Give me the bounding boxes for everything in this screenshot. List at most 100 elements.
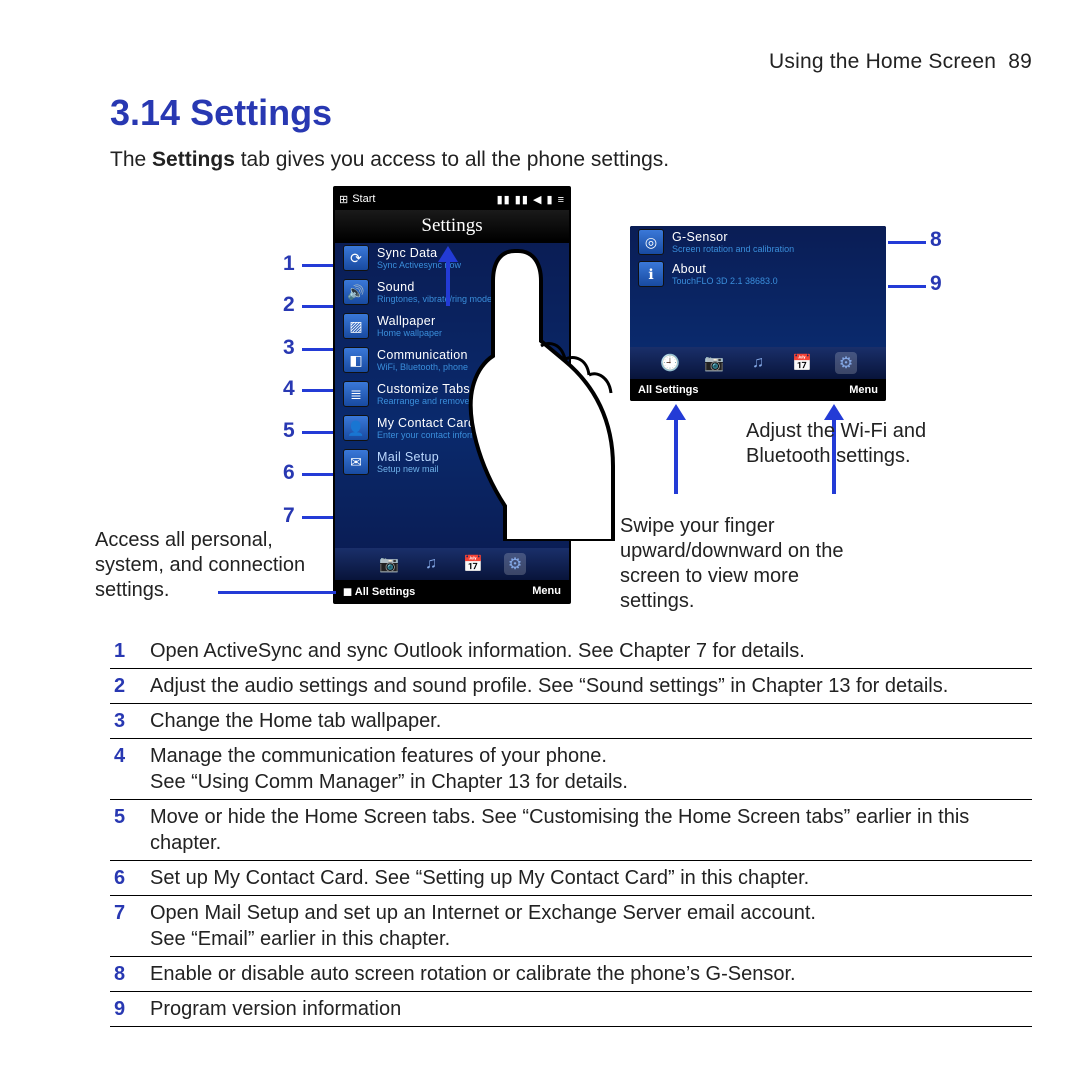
- ref-number: 7: [110, 896, 150, 957]
- ref-text: Open ActiveSync and sync Outlook informa…: [150, 634, 1032, 669]
- settings-item: ◎ G-Sensor Screen rotation and calibrati…: [630, 226, 886, 258]
- tab-icon: 📅: [462, 553, 484, 575]
- table-row: 6Set up My Contact Card. See “Setting up…: [110, 861, 1032, 896]
- softkey-bar: ◼ All Settings Menu: [335, 580, 569, 602]
- settings-item: ✉ Mail Setup Setup new mail: [335, 445, 569, 479]
- swipe-arrow-icon: [438, 246, 458, 306]
- callout-5: 5: [283, 419, 295, 443]
- ref-number: 3: [110, 704, 150, 739]
- ref-number: 9: [110, 992, 150, 1027]
- status-bar: ⊞ Start ▮▮ ▮▮ ◀ ▮ ≡: [335, 188, 569, 210]
- table-row: 4Manage the communication features of yo…: [110, 739, 1032, 800]
- item-icon: 👤: [343, 415, 369, 441]
- callout-8: 8: [930, 228, 942, 252]
- ref-text: Adjust the audio settings and sound prof…: [150, 669, 1032, 704]
- ref-number: 2: [110, 669, 150, 704]
- section-name: Using the Home Screen: [769, 50, 996, 73]
- ref-number: 4: [110, 739, 150, 800]
- settings-item: 👤 My Contact Card Enter your contact inf…: [335, 411, 569, 445]
- bottom-tabs: 📷 ♫ 📅 ⚙: [335, 548, 569, 580]
- intro-text: The Settings tab gives you access to all…: [110, 148, 1032, 172]
- ref-text: Open Mail Setup and set up an Internet o…: [150, 896, 1032, 957]
- tab-icon: 📷: [378, 553, 400, 575]
- item-title: Customize Tabs: [377, 382, 470, 396]
- item-subtitle: Setup new mail: [377, 464, 439, 474]
- ref-number: 1: [110, 634, 150, 669]
- tab-icon: 📅: [791, 352, 813, 374]
- item-subtitle: Home wallpaper: [377, 328, 442, 338]
- item-icon: ✉: [343, 449, 369, 475]
- item-subtitle: Rearrange and remove: [377, 396, 470, 406]
- annot-swipe: Swipe your finger upward/downward on the…: [620, 514, 850, 614]
- item-subtitle: Screen rotation and calibration: [672, 244, 794, 254]
- ref-number: 5: [110, 800, 150, 861]
- item-icon: ◎: [638, 229, 664, 255]
- status-icons: ▮▮ ▮▮ ◀ ▮ ≡: [497, 193, 565, 206]
- item-icon: ◧: [343, 347, 369, 373]
- callout-1: 1: [283, 252, 295, 276]
- right-softkey-2: Menu: [849, 384, 878, 396]
- item-subtitle: TouchFLO 3D 2.1 38683.0: [672, 276, 778, 286]
- callout-9: 9: [930, 272, 942, 296]
- table-row: 1Open ActiveSync and sync Outlook inform…: [110, 634, 1032, 669]
- item-title: G-Sensor: [672, 230, 794, 244]
- settings-item: ▨ Wallpaper Home wallpaper: [335, 309, 569, 343]
- ref-number: 8: [110, 957, 150, 992]
- item-subtitle: Enter your contact information: [377, 430, 497, 440]
- item-icon: ≣: [343, 381, 369, 407]
- page-number: 89: [1008, 50, 1032, 73]
- table-row: 7Open Mail Setup and set up an Internet …: [110, 896, 1032, 957]
- settings-list-2: ◎ G-Sensor Screen rotation and calibrati…: [630, 226, 886, 290]
- figure: 1 2 3 4 5 6 7 8 9 ⊞ Start ▮▮ ▮▮ ◀ ▮ ≡ Se…: [110, 186, 1032, 626]
- table-row: 9Program version information: [110, 992, 1032, 1027]
- ref-text: Manage the communication features of you…: [150, 739, 1032, 800]
- phone-screenshot-2: ◎ G-Sensor Screen rotation and calibrati…: [630, 226, 886, 401]
- tab-icon: 📷: [703, 352, 725, 374]
- item-title: My Contact Card: [377, 416, 497, 430]
- tab-icon: 🕘: [659, 352, 681, 374]
- table-row: 3Change the Home tab wallpaper.: [110, 704, 1032, 739]
- left-softkey: All Settings: [355, 586, 416, 598]
- item-title: About: [672, 262, 778, 276]
- callout-7: 7: [283, 504, 295, 528]
- item-title: Wallpaper: [377, 314, 442, 328]
- tab-icon: ⚙: [835, 352, 857, 374]
- softkey-bar-2: All Settings Menu: [630, 379, 886, 401]
- item-icon: 🔊: [343, 279, 369, 305]
- tab-icon: ⚙: [504, 553, 526, 575]
- arrow-icon: [666, 404, 686, 494]
- ref-text: Move or hide the Home Screen tabs. See “…: [150, 800, 1032, 861]
- item-title: Communication: [377, 348, 468, 362]
- ref-number: 6: [110, 861, 150, 896]
- item-icon: ▨: [343, 313, 369, 339]
- tab-icon: ♫: [747, 352, 769, 374]
- right-softkey: Menu: [532, 585, 561, 597]
- item-subtitle: WiFi, Bluetooth, phone: [377, 362, 468, 372]
- table-row: 5Move or hide the Home Screen tabs. See …: [110, 800, 1032, 861]
- table-row: 2Adjust the audio settings and sound pro…: [110, 669, 1032, 704]
- callout-3: 3: [283, 336, 295, 360]
- callout-6: 6: [283, 461, 295, 485]
- item-icon: ℹ: [638, 261, 664, 287]
- page-header: Using the Home Screen 89: [110, 50, 1032, 74]
- item-icon: ⟳: [343, 245, 369, 271]
- settings-item: ≣ Customize Tabs Rearrange and remove: [335, 377, 569, 411]
- screen-title: Settings: [335, 210, 569, 241]
- table-row: 8Enable or disable auto screen rotation …: [110, 957, 1032, 992]
- ref-text: Set up My Contact Card. See “Setting up …: [150, 861, 1032, 896]
- start-label: Start: [352, 193, 375, 205]
- ref-text: Enable or disable auto screen rotation o…: [150, 957, 1032, 992]
- windows-flag-icon: ⊞: [339, 193, 348, 206]
- settings-item: ◧ Communication WiFi, Bluetooth, phone: [335, 343, 569, 377]
- settings-item: ℹ About TouchFLO 3D 2.1 38683.0: [630, 258, 886, 290]
- reference-table: 1Open ActiveSync and sync Outlook inform…: [110, 634, 1032, 1027]
- callout-2: 2: [283, 293, 295, 317]
- item-title: Mail Setup: [377, 450, 439, 464]
- annot-wifi: Adjust the Wi-Fi and Bluetooth settings.: [746, 419, 956, 469]
- bottom-tabs-2: 🕘 📷 ♫ 📅 ⚙: [630, 347, 886, 379]
- section-heading: 3.14 Settings: [110, 92, 1032, 134]
- tab-icon: ♫: [420, 553, 442, 575]
- ref-text: Change the Home tab wallpaper.: [150, 704, 1032, 739]
- ref-text: Program version information: [150, 992, 1032, 1027]
- callout-4: 4: [283, 377, 295, 401]
